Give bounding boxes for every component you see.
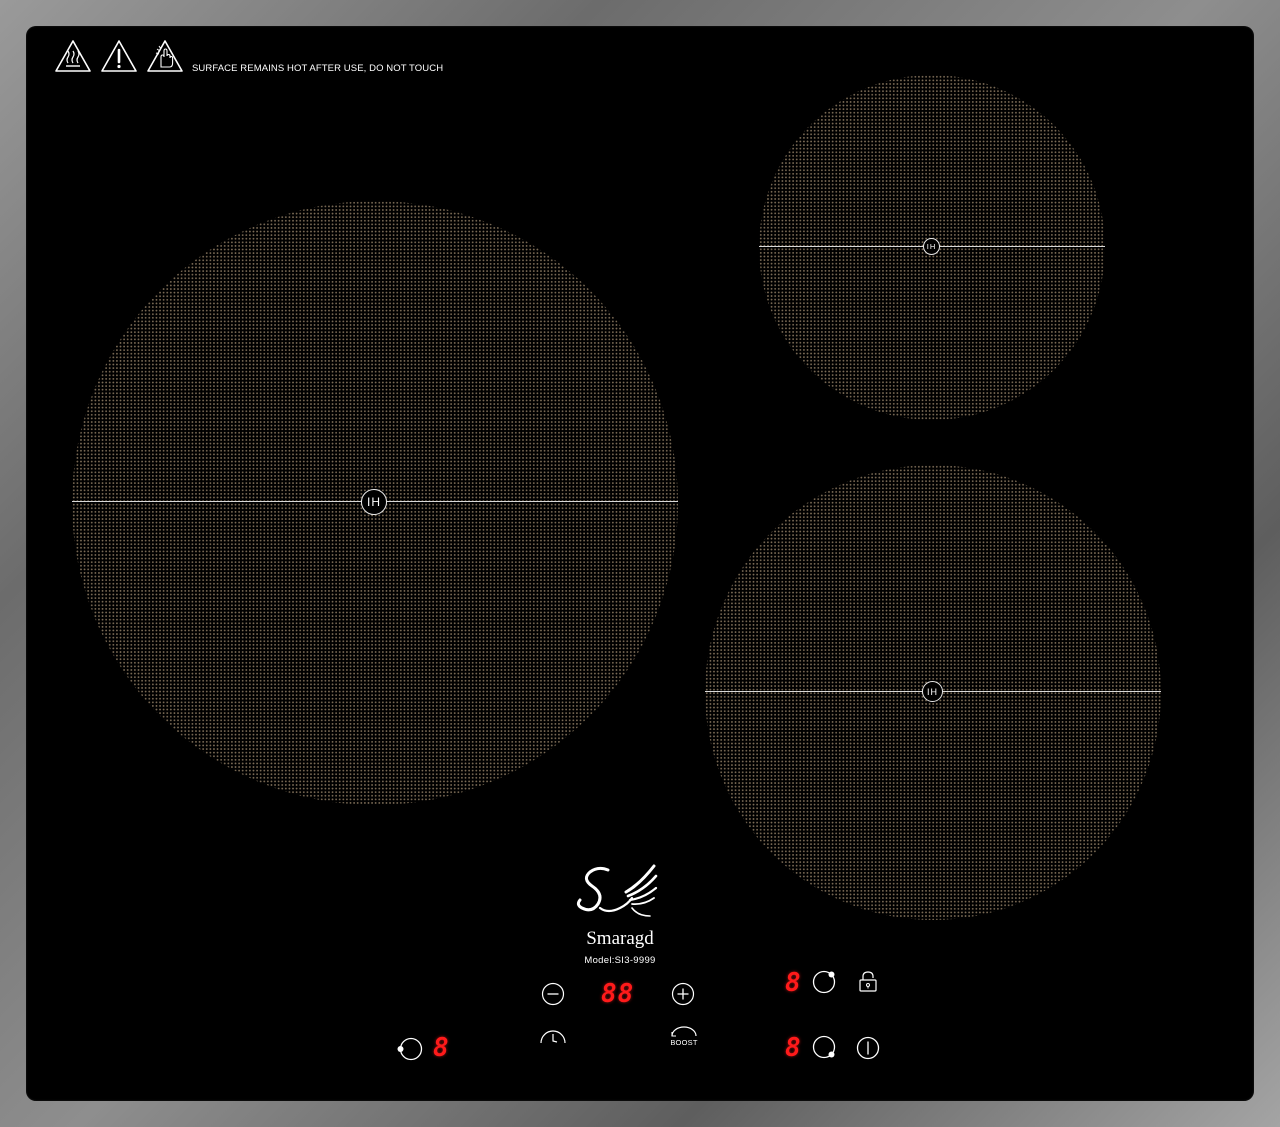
exclamation-warning-icon	[101, 40, 137, 72]
zone-bottom-right-selector-button[interactable]	[810, 1034, 840, 1062]
timer-display: 88	[601, 979, 635, 1009]
zone-left-selector-button[interactable]	[396, 1036, 424, 1062]
zone-left-display: 8	[433, 1033, 449, 1063]
power-button[interactable]	[855, 1035, 881, 1061]
lock-button[interactable]	[857, 970, 879, 994]
do-not-touch-warning-icon	[147, 40, 183, 72]
boost-button[interactable]	[668, 1024, 700, 1038]
brand-logo	[570, 862, 670, 931]
zone-bottom-right-display: 8	[785, 1033, 801, 1063]
zone-top-right-display: 8	[785, 968, 801, 998]
timer-button[interactable]	[538, 1026, 568, 1046]
plus-button[interactable]	[671, 982, 695, 1006]
zone-top-right-selector-button[interactable]	[810, 967, 840, 995]
ih-badge-small-top-right: IH	[923, 238, 940, 255]
warning-text: SURFACE REMAINS HOT AFTER USE, DO NOT TO…	[192, 62, 444, 74]
minus-button[interactable]	[541, 982, 565, 1006]
ih-badge-medium-bottom-right: IH	[922, 681, 943, 702]
ih-badge-large-left: IH	[361, 489, 387, 515]
model-number: Model:SI3-9999	[584, 955, 656, 966]
hot-surface-warning-icon	[55, 40, 91, 72]
warning-row: SURFACE REMAINS HOT AFTER USE, DO NOT TO…	[54, 38, 443, 74]
boost-label: BOOST	[670, 1038, 698, 1047]
brand-logo-mark	[576, 864, 658, 917]
brand-name: Smaragd	[586, 928, 654, 949]
